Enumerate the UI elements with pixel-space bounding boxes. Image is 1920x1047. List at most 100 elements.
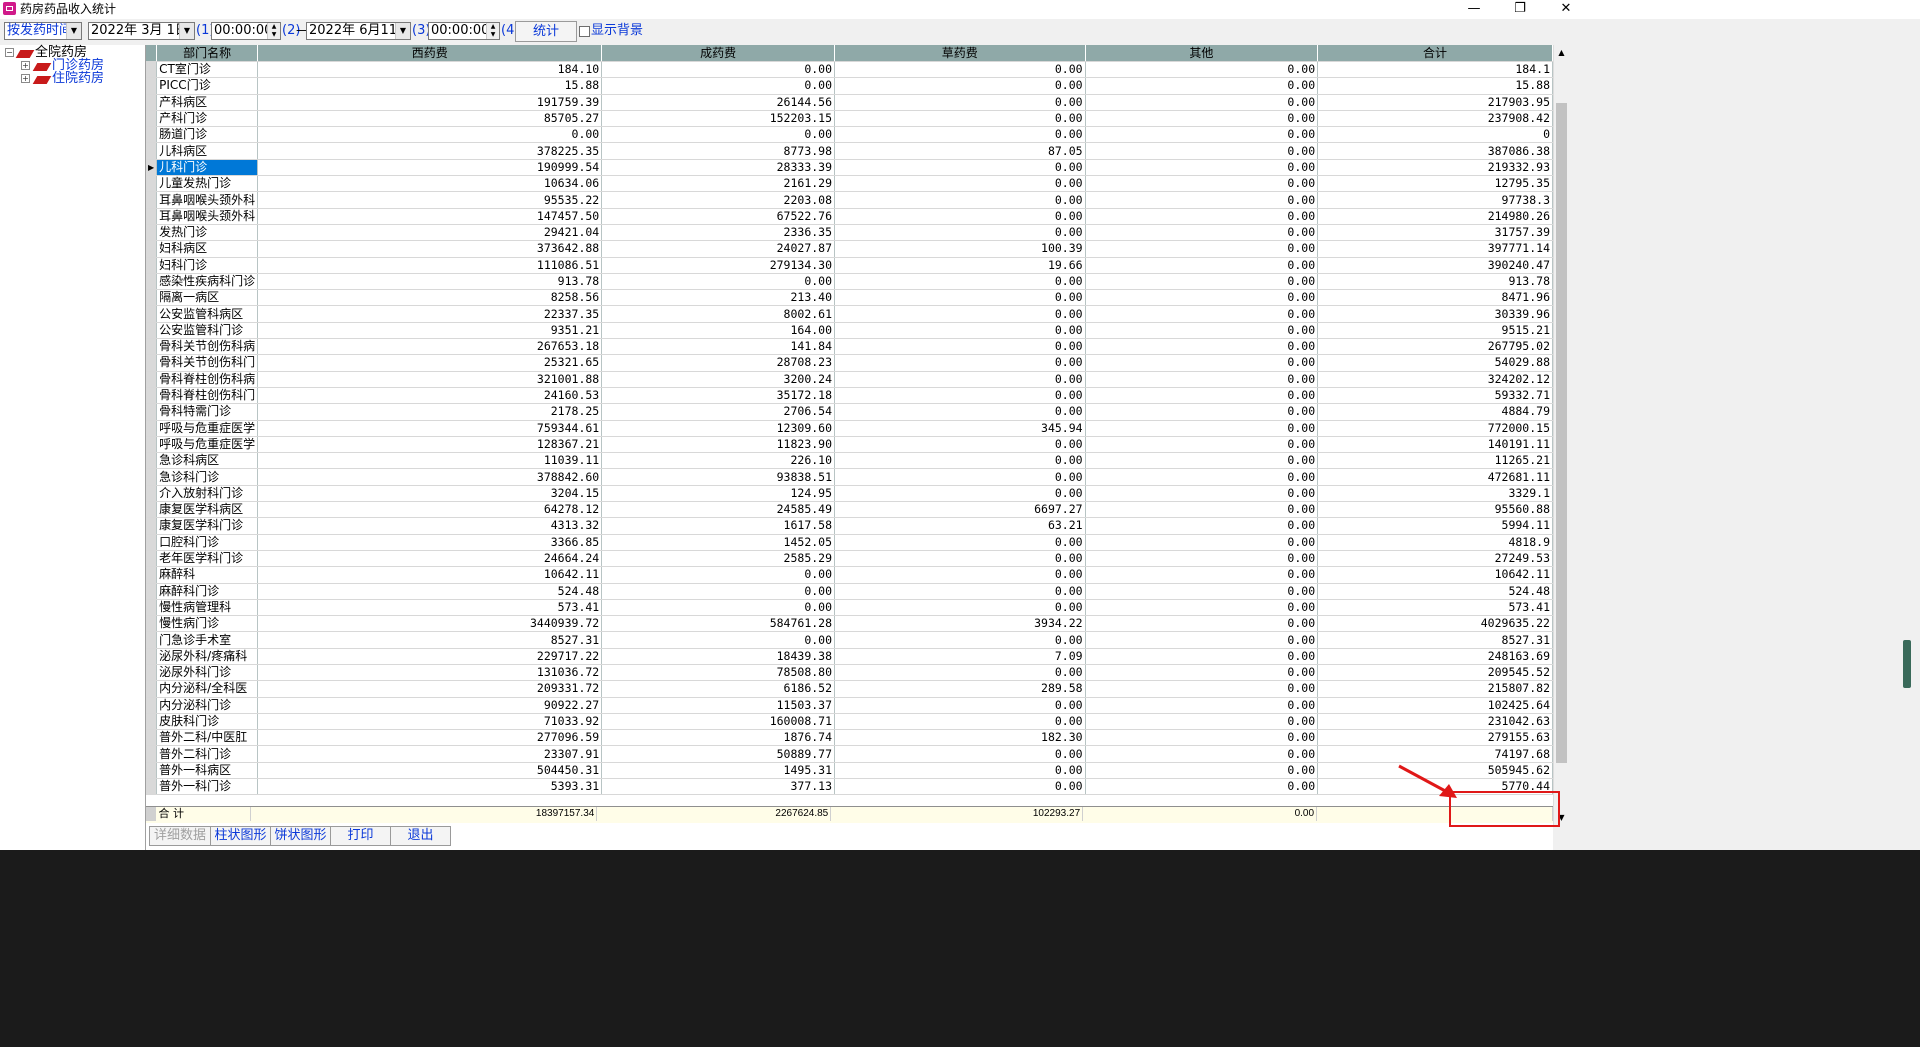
amount-cell[interactable]: 6697.27: [834, 501, 1086, 519]
amount-cell[interactable]: 0.00: [834, 599, 1086, 617]
expand-icon[interactable]: +: [21, 61, 30, 70]
amount-cell[interactable]: 3366.85: [257, 534, 603, 551]
row-indicator[interactable]: [146, 452, 158, 470]
amount-cell[interactable]: 10642.11: [257, 566, 603, 584]
print-button[interactable]: 打印: [330, 826, 391, 846]
table-row[interactable]: 门急诊手术室 8527.31 0.00 0.00 0.00 8527.31: [146, 631, 1553, 649]
amount-cell[interactable]: 24664.24: [257, 550, 603, 568]
expand-icon[interactable]: +: [21, 74, 30, 83]
amount-cell[interactable]: 378225.35: [257, 142, 603, 160]
detail-data-button[interactable]: 详细数据: [149, 826, 211, 846]
department-cell[interactable]: 发热门诊: [156, 224, 259, 242]
row-indicator[interactable]: [146, 664, 158, 682]
table-row[interactable]: 耳鼻咽喉头颈外科 95535.22 2203.08 0.00 0.00 97738.3: [146, 191, 1553, 209]
amount-cell[interactable]: 0.00: [1085, 257, 1319, 274]
amount-cell[interactable]: 141.84: [601, 338, 836, 356]
minimize-icon[interactable]: —: [1451, 0, 1497, 19]
amount-cell[interactable]: 0.00: [834, 566, 1086, 584]
department-cell[interactable]: 骨科关节创伤科门: [156, 354, 259, 372]
amount-cell[interactable]: 0.00: [834, 387, 1086, 405]
department-cell[interactable]: 康复医学科病区: [156, 501, 259, 519]
amount-cell[interactable]: 11823.90: [601, 436, 836, 454]
amount-cell[interactable]: 504450.31: [257, 762, 603, 780]
department-cell[interactable]: 慢性病管理科: [156, 599, 259, 617]
amount-cell[interactable]: 0.00: [1085, 354, 1319, 372]
row-indicator[interactable]: [146, 126, 158, 144]
amount-cell[interactable]: 267795.02: [1317, 338, 1553, 356]
amount-cell[interactable]: 0.00: [834, 159, 1086, 177]
amount-cell[interactable]: 0.00: [834, 208, 1086, 225]
amount-cell[interactable]: 15.88: [1317, 77, 1553, 95]
amount-cell[interactable]: 85705.27: [257, 110, 603, 128]
amount-cell[interactable]: 100.39: [834, 240, 1086, 258]
department-cell[interactable]: 麻醉科门诊: [156, 583, 259, 600]
row-indicator[interactable]: [146, 224, 158, 242]
table-row[interactable]: 骨科脊柱创伤科门 24160.53 35172.18 0.00 0.00 59332.71: [146, 387, 1553, 405]
amount-cell[interactable]: 0.00: [834, 762, 1086, 780]
row-indicator[interactable]: [146, 762, 158, 780]
amount-cell[interactable]: 0.00: [834, 289, 1086, 307]
amount-cell[interactable]: 23307.91: [257, 745, 603, 763]
amount-cell[interactable]: 0.00: [1085, 762, 1319, 780]
amount-cell[interactable]: 2706.54: [601, 403, 836, 421]
amount-cell[interactable]: 0.00: [834, 110, 1086, 128]
amount-cell[interactable]: 248163.69: [1317, 648, 1553, 665]
amount-cell[interactable]: 28708.23: [601, 354, 836, 372]
amount-cell[interactable]: 90922.27: [257, 697, 603, 714]
end-time-field[interactable]: 00:00:00 ▲ ▼: [428, 22, 500, 40]
amount-cell[interactable]: 0.00: [834, 583, 1086, 600]
amount-cell[interactable]: 93838.51: [601, 468, 836, 486]
amount-cell[interactable]: 0.00: [834, 126, 1086, 144]
amount-cell[interactable]: 10634.06: [257, 175, 603, 193]
row-indicator[interactable]: [146, 680, 158, 698]
row-indicator[interactable]: [146, 566, 158, 584]
amount-cell[interactable]: 128367.21: [257, 436, 603, 454]
amount-cell[interactable]: 0.00: [834, 485, 1086, 503]
amount-cell[interactable]: 0.00: [1085, 159, 1319, 177]
amount-cell[interactable]: 30339.96: [1317, 305, 1553, 323]
department-cell[interactable]: 耳鼻咽喉头颈外科: [156, 208, 259, 225]
amount-cell[interactable]: 24160.53: [257, 387, 603, 405]
vertical-scrollbar[interactable]: ▲ ▼: [1553, 45, 1569, 825]
department-cell[interactable]: 门急诊手术室: [156, 631, 259, 649]
amount-cell[interactable]: 0.00: [1085, 208, 1319, 225]
amount-cell[interactable]: 4818.9: [1317, 534, 1553, 551]
amount-cell[interactable]: 0.00: [1085, 729, 1319, 747]
amount-cell[interactable]: 11039.11: [257, 452, 603, 470]
mode-select[interactable]: 按发药时间 ▼: [4, 22, 82, 40]
amount-cell[interactable]: 8002.61: [601, 305, 836, 323]
amount-cell[interactable]: 8258.56: [257, 289, 603, 307]
row-indicator[interactable]: [146, 697, 158, 714]
department-cell[interactable]: 呼吸与危重症医学: [156, 420, 259, 437]
amount-cell[interactable]: 213.40: [601, 289, 836, 307]
department-cell[interactable]: 口腔科门诊: [156, 534, 259, 551]
amount-cell[interactable]: 63.21: [834, 517, 1086, 535]
amount-cell[interactable]: 0.00: [834, 534, 1086, 551]
table-row[interactable]: 公安监管科门诊 9351.21 164.00 0.00 0.00 9515.21: [146, 322, 1553, 340]
amount-cell[interactable]: 25321.65: [257, 354, 603, 372]
department-cell[interactable]: 急诊科门诊: [156, 468, 259, 486]
amount-cell[interactable]: 573.41: [257, 599, 603, 617]
amount-cell[interactable]: 0.00: [834, 436, 1086, 454]
amount-cell[interactable]: 913.78: [257, 273, 603, 291]
amount-cell[interactable]: 160008.71: [601, 713, 836, 731]
row-indicator[interactable]: [146, 240, 158, 258]
amount-cell[interactable]: 0.00: [834, 778, 1086, 796]
department-cell[interactable]: CT室门诊: [156, 61, 259, 79]
row-indicator[interactable]: [146, 61, 158, 79]
amount-cell[interactable]: 0.00: [834, 191, 1086, 209]
amount-cell[interactable]: 584761.28: [601, 615, 836, 633]
amount-cell[interactable]: 95535.22: [257, 191, 603, 209]
amount-cell[interactable]: 0.00: [1085, 778, 1319, 796]
amount-cell[interactable]: 0.00: [834, 61, 1086, 79]
amount-cell[interactable]: 0.00: [834, 305, 1086, 323]
amount-cell[interactable]: 0.00: [1085, 61, 1319, 79]
amount-cell[interactable]: 190999.54: [257, 159, 603, 177]
table-row[interactable]: 康复医学科病区 64278.12 24585.49 6697.27 0.00 95560.…: [146, 501, 1553, 519]
amount-cell[interactable]: 71033.92: [257, 713, 603, 731]
amount-cell[interactable]: 3934.22: [834, 615, 1086, 633]
amount-cell[interactable]: 78508.80: [601, 664, 836, 682]
amount-cell[interactable]: 0.00: [1085, 583, 1319, 600]
table-row[interactable]: ▶ 儿科门诊 190999.54 28333.39 0.00 0.00 219332.93: [146, 159, 1553, 177]
amount-cell[interactable]: 9515.21: [1317, 322, 1553, 340]
